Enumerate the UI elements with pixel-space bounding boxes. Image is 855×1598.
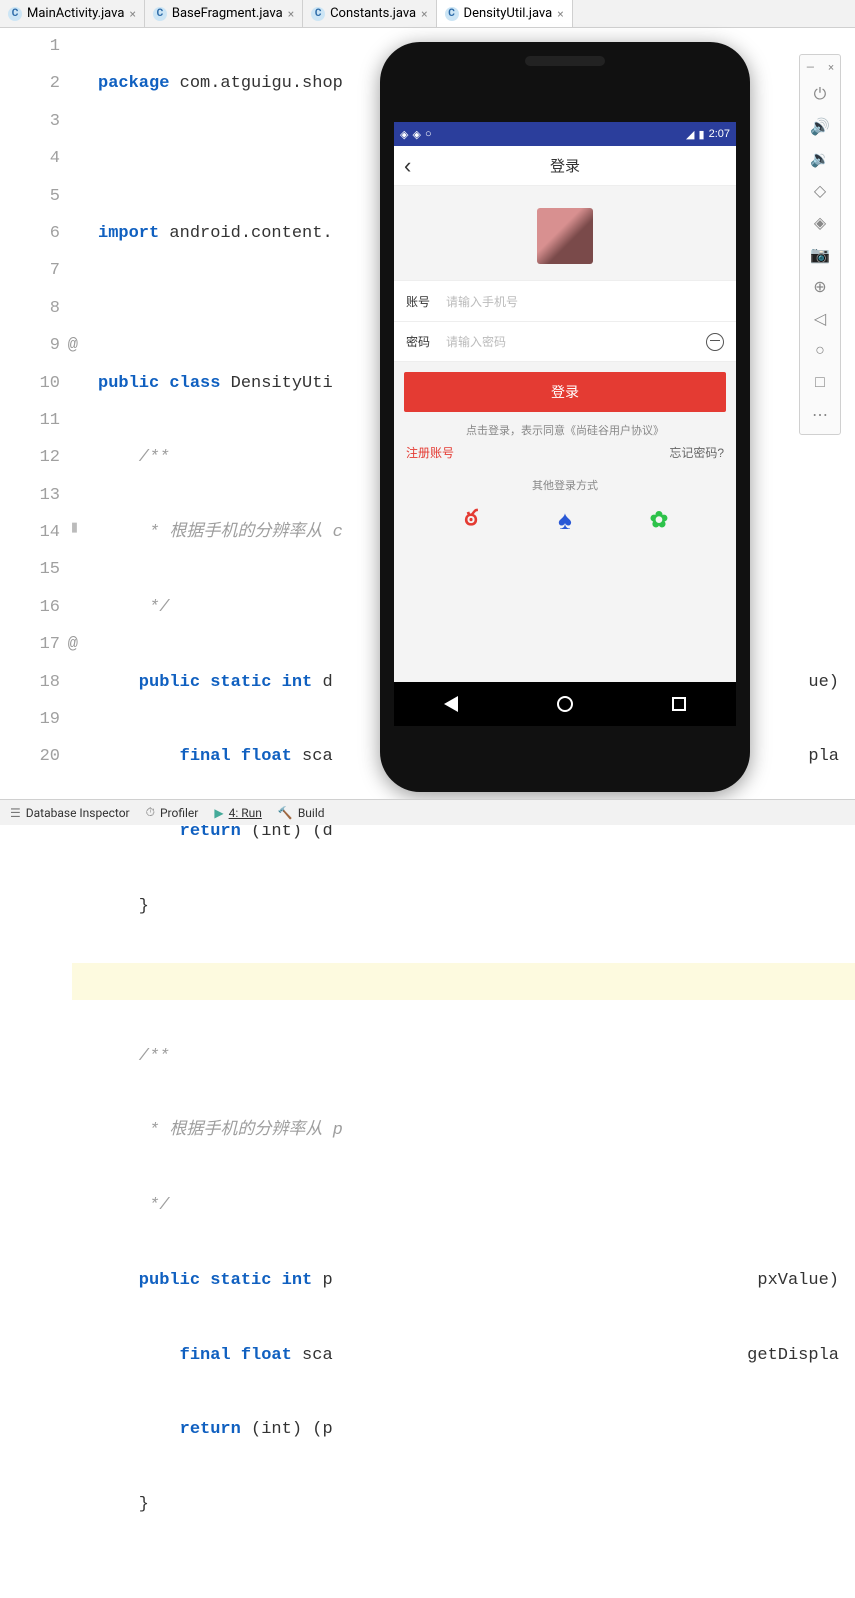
emulator-toolbar: — × ⏻ 🔊 🔉 ◇ ◈ 📷 ⊕ ◁ ○ □ ⋯ [799,54,841,435]
back-icon[interactable]: ‹ [404,153,411,179]
tab-base-fragment[interactable]: C BaseFragment.java × [145,0,303,27]
forgot-link[interactable]: 忘记密码? [669,444,724,461]
build-icon: 🔨 [278,806,293,820]
run-button[interactable]: ▶ 4: Run [214,806,262,820]
weibo-icon[interactable]: ఠ [454,503,488,537]
tab-label: DensityUtil.java [464,6,553,21]
toggle-password-icon[interactable] [706,333,724,351]
database-icon: ☰ [10,806,21,820]
profiler-icon: ⏱ [146,805,155,820]
password-label: 密码 [406,333,446,350]
run-icon: ▶ [214,806,223,820]
build-button[interactable]: 🔨 Build [278,806,325,820]
login-button[interactable]: 登录 [404,372,726,412]
account-row[interactable]: 账号 请输入手机号 [394,281,736,321]
home-icon[interactable]: ○ [800,334,840,366]
ide-bottom-bar: ☰ Database Inspector ⏱ Profiler ▶ 4: Run… [0,799,855,825]
other-login-label: 其他登录方式 [394,471,736,503]
social-login: ఠ ♠ ✿ [394,503,736,537]
gutter-fold-icon[interactable]: ▮ [71,514,78,543]
java-class-icon: C [311,7,325,21]
rotate-left-icon[interactable]: ◇ [800,174,840,206]
tab-main-activity[interactable]: C MainActivity.java × [0,0,145,27]
nav-home-icon[interactable] [557,696,573,712]
account-input[interactable]: 请输入手机号 [446,293,724,310]
notif-icon: ◈ [412,128,420,141]
consent-text: 点击登录，表示同意《尚硅谷用户协议》 [394,412,736,444]
status-bar: ◈ ◈ ○ ◢ ▮ 2:07 [394,122,736,146]
android-nav-bar [394,682,736,726]
qq-icon[interactable]: ♠ [548,503,582,537]
tab-label: BaseFragment.java [172,6,283,21]
login-form: 账号 请输入手机号 密码 请输入密码 [394,280,736,362]
zoom-icon[interactable]: ⊕ [800,270,840,302]
editor-tabs: C MainActivity.java × C BaseFragment.jav… [0,0,855,28]
java-class-icon: C [445,7,459,21]
tab-constants[interactable]: C Constants.java × [303,0,436,27]
volume-up-icon[interactable]: 🔊 [800,110,840,142]
power-icon[interactable]: ⏻ [800,78,840,110]
close-icon[interactable]: × [129,7,135,21]
line-gutter: 1 2 3 4 5 6 7 8 9@ 10 11 12 13 14▮ 15 16… [0,28,72,798]
volume-down-icon[interactable]: 🔉 [800,142,840,174]
more-icon[interactable]: ⋯ [800,398,840,430]
app-header: ‹ 登录 [394,146,736,186]
avatar-box [394,186,736,280]
phone-speaker [525,56,605,66]
profiler-button[interactable]: ⏱ Profiler [146,805,199,820]
battery-icon: ▮ [699,128,705,141]
close-icon[interactable]: × [828,61,834,74]
signal-icon: ◢ [686,128,694,141]
tab-label: MainActivity.java [27,6,124,21]
close-icon[interactable]: × [288,7,294,21]
java-class-icon: C [8,7,22,21]
camera-icon[interactable]: 📷 [800,238,840,270]
gutter-override-icon: @ [68,626,78,663]
clock: 2:07 [709,128,730,140]
emulator-device: ◈ ◈ ○ ◢ ▮ 2:07 ‹ 登录 账号 请输入手机号 密码 请输入密 [380,42,750,792]
auth-links: 注册账号 忘记密码? [394,444,736,471]
emulator-screen[interactable]: ◈ ◈ ○ ◢ ▮ 2:07 ‹ 登录 账号 请输入手机号 密码 请输入密 [394,122,736,726]
notif-icon: ○ [425,128,432,141]
java-class-icon: C [153,7,167,21]
register-link[interactable]: 注册账号 [406,444,454,461]
close-icon[interactable]: × [421,7,427,21]
gutter-override-icon: @ [68,327,78,364]
back-icon[interactable]: ◁ [800,302,840,334]
nav-back-icon[interactable] [444,696,458,712]
password-input[interactable]: 请输入密码 [446,333,706,350]
nav-recents-icon[interactable] [672,697,686,711]
rotate-right-icon[interactable]: ◈ [800,206,840,238]
avatar[interactable] [537,208,593,264]
close-icon[interactable]: × [557,7,563,21]
notif-icon: ◈ [400,128,408,141]
wechat-icon[interactable]: ✿ [642,503,676,537]
account-label: 账号 [406,293,446,310]
password-row[interactable]: 密码 请输入密码 [394,321,736,361]
tab-density-util[interactable]: C DensityUtil.java × [437,0,573,27]
minimize-icon[interactable]: — [806,61,815,74]
overview-icon[interactable]: □ [800,366,840,398]
page-title: 登录 [550,155,580,176]
tab-label: Constants.java [330,6,416,21]
database-inspector-button[interactable]: ☰ Database Inspector [10,806,130,820]
